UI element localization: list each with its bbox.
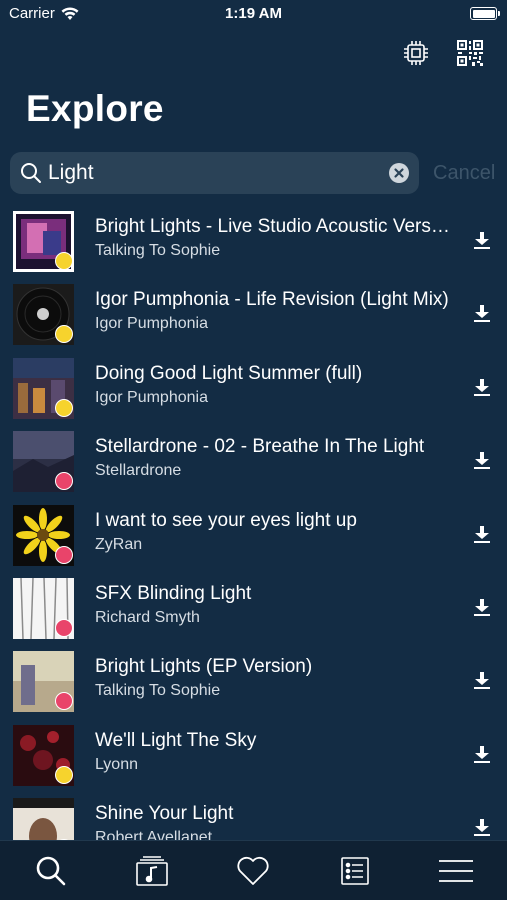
tab-playlists[interactable] bbox=[330, 849, 380, 893]
clear-search-icon[interactable] bbox=[389, 163, 409, 183]
download-icon[interactable] bbox=[471, 449, 493, 471]
tab-library[interactable] bbox=[127, 849, 177, 893]
track-artist: Richard Smyth bbox=[95, 608, 200, 626]
track-title: Doing Good Light Summer (full) bbox=[95, 362, 363, 384]
search-icon bbox=[21, 163, 41, 183]
track-title: Bright Lights (EP Version) bbox=[95, 656, 313, 678]
download-icon[interactable] bbox=[471, 816, 493, 838]
album-art bbox=[13, 357, 74, 419]
menu-icon bbox=[439, 859, 474, 882]
badge-icon bbox=[55, 618, 73, 637]
download-icon[interactable] bbox=[471, 229, 493, 251]
track-row[interactable]: We'll Light The Sky Lyonn bbox=[0, 717, 507, 790]
track-list[interactable]: Bright Lights - Live Studio Acoustic Ver… bbox=[0, 203, 507, 840]
search-input[interactable] bbox=[48, 161, 368, 185]
playlist-icon bbox=[341, 856, 369, 885]
album-art bbox=[13, 284, 74, 346]
track-row[interactable]: Bright Lights (EP Version) Talking To So… bbox=[0, 643, 507, 716]
track-title: I want to see your eyes light up bbox=[95, 509, 357, 531]
track-row[interactable]: Bright Lights - Live Studio Acoustic Ver… bbox=[0, 203, 507, 276]
badge-icon bbox=[55, 252, 73, 270]
track-title: Igor Pumphonia - Life Revision (Light Mi… bbox=[95, 289, 449, 311]
badge-icon bbox=[55, 765, 73, 784]
tab-bar bbox=[0, 840, 507, 900]
download-icon[interactable] bbox=[471, 376, 493, 398]
heart-icon bbox=[237, 856, 270, 885]
track-row[interactable]: SFX Blinding Light Richard Smyth bbox=[0, 570, 507, 643]
badge-icon bbox=[55, 545, 73, 564]
download-icon[interactable] bbox=[471, 523, 493, 545]
track-artist: Talking To Sophie bbox=[95, 682, 221, 700]
track-title: Stellardrone - 02 - Breathe In The Light bbox=[95, 436, 425, 458]
album-art bbox=[13, 724, 74, 786]
album-art bbox=[13, 651, 74, 713]
battery-icon bbox=[470, 7, 500, 20]
track-artist: Igor Pumphonia bbox=[95, 388, 208, 406]
tab-search[interactable] bbox=[26, 849, 76, 893]
download-icon[interactable] bbox=[471, 302, 493, 324]
track-artist: Talking To Sophie bbox=[95, 242, 221, 259]
music-library-icon bbox=[136, 855, 168, 886]
track-artist: Robert Avellanet bbox=[95, 829, 213, 840]
tab-menu[interactable] bbox=[431, 849, 481, 893]
search-icon bbox=[36, 856, 65, 885]
album-art bbox=[13, 577, 74, 639]
track-artist: ZyRan bbox=[95, 535, 143, 553]
download-icon[interactable] bbox=[471, 669, 493, 691]
album-art bbox=[13, 504, 74, 566]
tab-favorites[interactable] bbox=[228, 849, 278, 893]
track-row[interactable]: I want to see your eyes light up ZyRan bbox=[0, 497, 507, 570]
chip-icon[interactable] bbox=[401, 38, 431, 68]
track-artist: Igor Pumphonia bbox=[95, 315, 208, 333]
status-bar: Carrier 1:19 AM bbox=[0, 0, 507, 30]
track-title: Bright Lights - Live Studio Acoustic Ver… bbox=[95, 216, 450, 237]
search-row: Cancel bbox=[10, 152, 497, 194]
album-art bbox=[13, 211, 74, 272]
status-time: 1:19 AM bbox=[225, 5, 282, 22]
track-title: SFX Blinding Light bbox=[95, 582, 252, 604]
download-icon[interactable] bbox=[471, 743, 493, 765]
badge-icon bbox=[55, 398, 73, 417]
track-title: We'll Light The Sky bbox=[95, 729, 257, 751]
track-row[interactable]: Doing Good Light Summer (full) Igor Pump… bbox=[0, 350, 507, 423]
track-artist: Lyonn bbox=[95, 755, 138, 773]
track-row[interactable]: Igor Pumphonia - Life Revision (Light Mi… bbox=[0, 276, 507, 349]
track-row[interactable]: Stellardrone - 02 - Breathe In The Light… bbox=[0, 423, 507, 496]
track-row[interactable]: Shine Your Light Robert Avellanet bbox=[0, 790, 507, 840]
album-art bbox=[13, 798, 74, 840]
top-icons bbox=[401, 38, 485, 68]
page-title: Explore bbox=[26, 88, 164, 129]
track-title: Shine Your Light bbox=[95, 803, 234, 825]
album-art bbox=[13, 431, 74, 493]
qr-code-icon[interactable] bbox=[455, 38, 485, 68]
cancel-button[interactable]: Cancel bbox=[433, 162, 495, 185]
search-box[interactable] bbox=[10, 152, 419, 194]
download-icon[interactable] bbox=[471, 596, 493, 618]
track-artist: Stellardrone bbox=[95, 462, 182, 480]
